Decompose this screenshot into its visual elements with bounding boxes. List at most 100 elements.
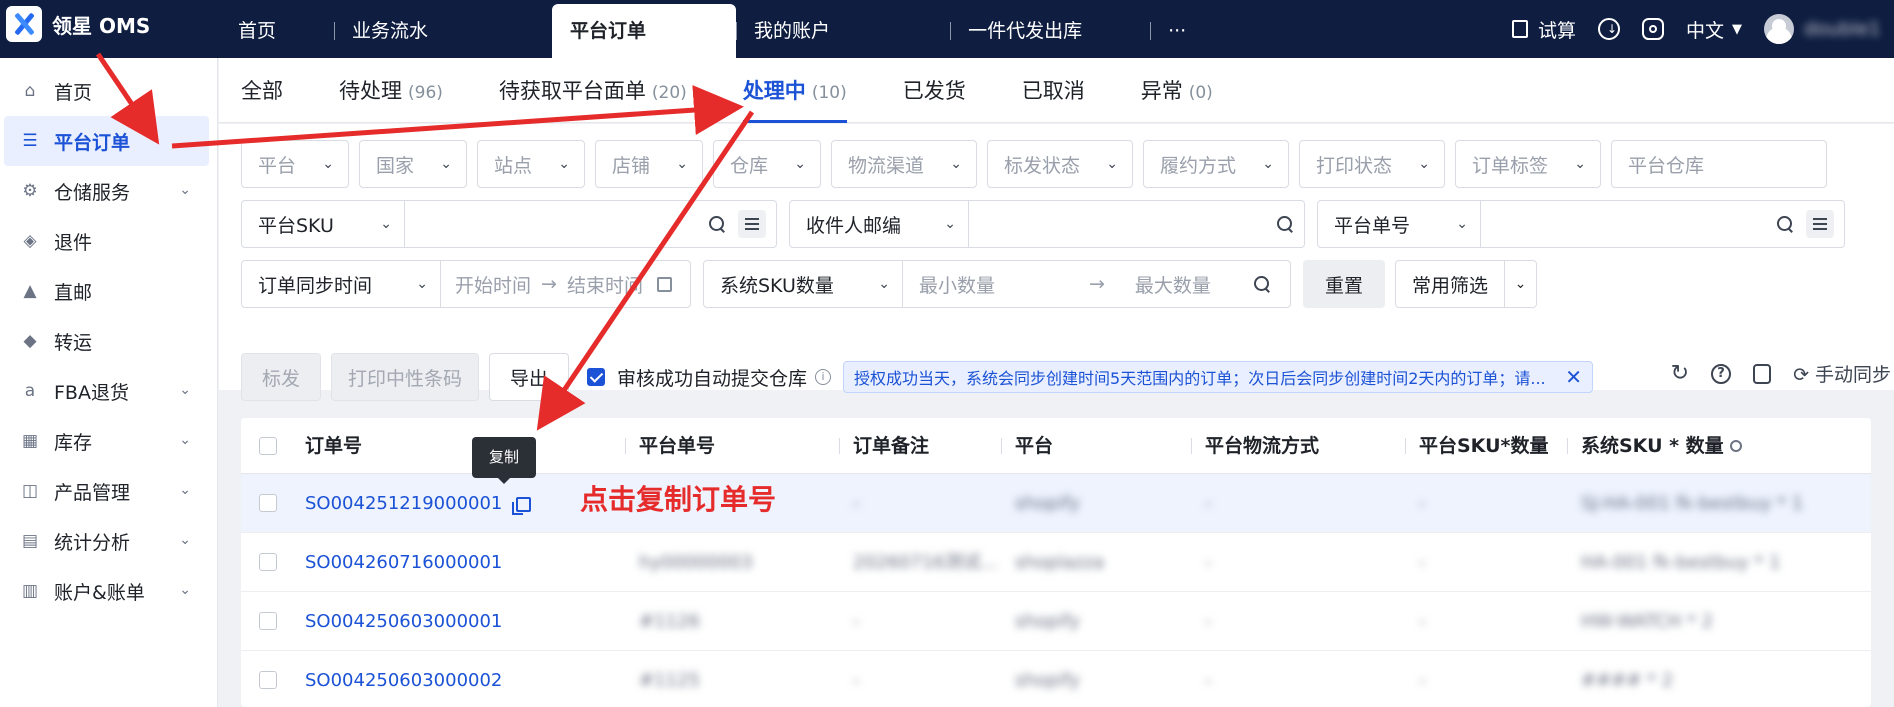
platform-sku-input[interactable] [405,200,777,248]
store-select[interactable]: 店铺 ⌄ [595,140,703,188]
column-settings-icon[interactable] [1753,363,1772,384]
info-icon[interactable]: i [815,369,832,385]
download-button[interactable]: ↓ [1597,18,1620,40]
sidebar-item-direct-mail[interactable]: ▲ 直邮 [0,266,217,316]
table-row[interactable]: SO004260716000001 hy00000003 20260716测试.… [241,533,1871,592]
sidebar-item-home[interactable]: ⌂ 首页 [0,66,217,116]
qty-range-input[interactable]: 最小数量 → 最大数量 [903,260,1291,308]
manual-sync-button[interactable]: ⟳ 手动同步 [1793,360,1891,387]
platform-select[interactable]: 平台 ⌄ [241,140,349,188]
chevron-down-icon: ⌄ [179,382,191,398]
auto-submit-label: 审核成功自动提交仓库 [617,367,808,390]
user-menu[interactable]: double1 [1764,14,1884,44]
caret-down-icon: ▼ [1732,21,1742,37]
tab-all[interactable]: 全部 [241,58,283,123]
row-checkbox[interactable] [259,671,277,689]
logo[interactable]: 领星 OMS [6,6,150,42]
col-platform-logistics: 平台物流方式 [1190,418,1319,474]
date-range-picker[interactable]: 开始时间 → 结束时间 [441,260,691,308]
tab-label: 全部 [241,79,283,103]
tab-shipped[interactable]: 已发货 [903,58,966,123]
site-select[interactable]: 站点 ⌄ [477,140,585,188]
receiver-zip-type-select[interactable]: 收件人邮编 ⌄ [789,200,969,248]
common-filter-button[interactable]: 常用筛选 [1395,260,1505,308]
sidebar-item-transfer[interactable]: ◆ 转运 [0,316,217,366]
print-barcode-button[interactable]: 打印中性条码 [331,353,479,401]
topnav-business-flow[interactable]: 业务流水 [334,0,446,58]
sidebar-item-label: 账户&账单 [54,581,145,604]
export-button[interactable]: 导出 [489,353,569,401]
qty-type-select[interactable]: 系统SKU数量 ⌄ [703,260,903,308]
mark-shipped-button[interactable]: 标发 [241,353,321,401]
batch-input-icon[interactable] [1806,210,1834,238]
topnav-dropship-outbound[interactable]: 一件代发出库 [950,0,1150,58]
gear-icon[interactable] [1729,440,1742,452]
batch-input-icon[interactable] [738,210,766,238]
copy-icon[interactable] [512,496,532,515]
receiver-zip-input[interactable] [969,200,1305,248]
select-label: 订单同步时间 [258,274,373,297]
sidebar-item-products[interactable]: ◫ 产品管理 ⌄ [0,466,217,516]
trial-calc-button[interactable]: 试算 [1511,16,1576,43]
sidebar-item-warehouse[interactable]: ⚙ 仓储服务 ⌄ [0,166,217,216]
warehouse-select[interactable]: 仓库 ⌄ [713,140,821,188]
tab-label: 异常 [1140,79,1183,103]
mark-status-select[interactable]: 标发状态 ⌄ [987,140,1133,188]
tab-awaiting-label[interactable]: 待获取平台面单 (20) [499,58,687,123]
search-icon[interactable] [1776,215,1794,233]
refresh-icon[interactable]: ↻ [1671,361,1689,386]
platform-order-input[interactable] [1481,200,1845,248]
bill-icon: ▥ [21,581,39,601]
reset-button[interactable]: 重置 [1303,260,1385,308]
country-select[interactable]: 国家 ⌄ [359,140,467,188]
help-icon[interactable]: ? [1711,363,1732,384]
topnav-more[interactable]: ··· [1150,0,1200,58]
fulfillment-select[interactable]: 履约方式 ⌄ [1143,140,1289,188]
manual-sync-label: 手动同步 [1814,364,1891,386]
language-select[interactable]: 中文 ▼ [1686,16,1742,43]
order-tag-select[interactable]: 订单标签 ⌄ [1455,140,1601,188]
time-type-select[interactable]: 订单同步时间 ⌄ [241,260,441,308]
platform-order-type-select[interactable]: 平台单号 ⌄ [1317,200,1481,248]
tab-cancelled[interactable]: 已取消 [1022,58,1085,123]
table-row[interactable]: SO004250603000002 #1125 - shopify - - ##… [241,651,1871,707]
sidebar: ⌂ 首页 ☰ 平台订单 ⚙ 仓储服务 ⌄ ◈ 退件 ▲ 直邮 ◆ 转运 a FBA退货 ⌄ ▦ 库存… [0,58,218,707]
platform-order-no: hy00000003 [639,552,753,573]
search-icon[interactable] [708,215,726,233]
sidebar-item-analytics[interactable]: ▤ 统计分析 ⌄ [0,516,217,566]
logo-text: 领星 OMS [52,13,151,38]
tab-pending[interactable]: 待处理 (96) [339,58,443,123]
table-row[interactable]: SO004251219000001 - - shopify - - SJ-HA-… [241,474,1871,533]
sidebar-item-label: 平台订单 [54,131,131,154]
close-icon[interactable]: ✕ [1565,365,1582,389]
row-checkbox[interactable] [259,553,277,571]
sync-time-range: 订单同步时间 ⌄ 开始时间 → 结束时间 [241,260,691,308]
common-filter-dropdown[interactable]: ⌄ [1505,260,1537,308]
logistics-channel-select[interactable]: 物流渠道 ⌄ [831,140,977,188]
tab-processing[interactable]: 处理中 (10) [742,58,847,123]
table-row[interactable]: SO004250603000001 #1126 - shopify - - HW… [241,592,1871,651]
order-no-link[interactable]: SO004250603000001 [305,592,502,651]
sidebar-item-billing[interactable]: ▥ 账户&账单 ⌄ [0,566,217,616]
sidebar-item-inventory[interactable]: ▦ 库存 ⌄ [0,416,217,466]
sidebar-item-fba-returns[interactable]: a FBA退货 ⌄ [0,366,217,416]
select-all-checkbox[interactable] [259,437,277,455]
order-no-link[interactable]: SO004250603000002 [305,651,502,707]
search-icon[interactable] [1276,215,1294,233]
sidebar-item-platform-orders[interactable]: ☰ 平台订单 [4,116,209,166]
row-checkbox[interactable] [259,612,277,630]
topnav-platform-orders[interactable]: 平台订单 [552,4,737,58]
sidebar-item-returns[interactable]: ◈ 退件 [0,216,217,266]
print-status-select[interactable]: 打印状态 ⌄ [1299,140,1445,188]
order-no-link[interactable]: SO004260716000001 [305,533,502,592]
platform-sku-type-select[interactable]: 平台SKU ⌄ [241,200,405,248]
topnav-my-account[interactable]: 我的账户 [736,0,950,58]
topnav-home[interactable]: 首页 [220,0,294,58]
row-checkbox[interactable] [259,494,277,512]
tab-exception[interactable]: 异常 (0) [1141,58,1213,123]
order-no[interactable]: SO004251219000001 [305,493,502,514]
search-icon[interactable] [1253,275,1271,293]
auto-submit-checkbox[interactable] [587,368,605,386]
platform-warehouse-input[interactable]: 平台仓库 [1611,140,1827,188]
settings-button[interactable] [1641,18,1664,40]
